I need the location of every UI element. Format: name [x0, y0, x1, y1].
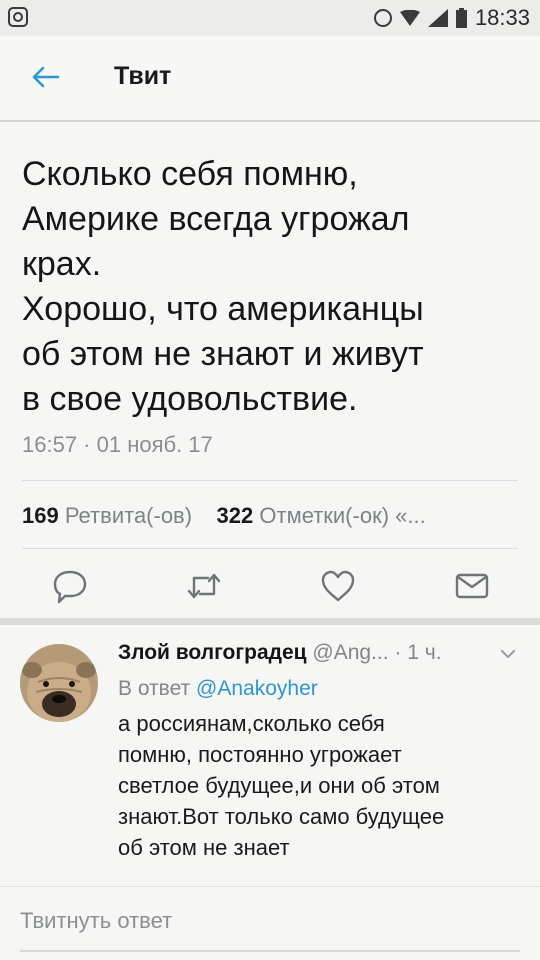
divider: [22, 480, 518, 481]
divider: [0, 886, 540, 887]
reply-handle[interactable]: @Ang...: [312, 641, 388, 664]
reply-text-line: помню, постоянно угрожает: [118, 742, 402, 767]
status-icons: 18:33: [373, 5, 530, 30]
reply-text-line: знают.Вот только само будущее: [118, 804, 445, 829]
reply-text: а россиянам,сколько себя помню, постоянн…: [118, 708, 518, 863]
reply-header: Злой волгоградец @Ang... · 1 ч.: [118, 641, 442, 665]
reply-author-name[interactable]: Злой волгоградец: [118, 641, 307, 664]
status-time: 18:33: [474, 5, 530, 30]
like-icon[interactable]: [318, 566, 358, 606]
status-bar: 18:33: [0, 0, 540, 37]
tweet-text: Сколько себя помню, Америке всегда угрож…: [22, 152, 522, 422]
battery-icon: [455, 8, 467, 28]
reply-to-line: В ответ @Anakoyher: [118, 677, 318, 701]
alarm-icon: [373, 9, 392, 27]
page-title: Твит: [114, 62, 172, 90]
retweets-label[interactable]: Ретвита(-ов): [65, 503, 192, 528]
chevron-down-icon[interactable]: [500, 648, 516, 660]
share-icon[interactable]: [452, 566, 492, 606]
more-link[interactable]: «...: [395, 503, 426, 528]
retweets-count[interactable]: 169: [22, 503, 59, 528]
retweet-icon[interactable]: [184, 566, 224, 606]
reply-text-line: об этом не знает: [118, 835, 290, 860]
tweet-text-line: Америке всегда угрожал: [22, 200, 410, 238]
reply-text-line: а россиянам,сколько себя: [118, 711, 385, 736]
tweet-text-line: об этом не знают и живут: [22, 335, 424, 373]
tweet-stats: 169 Ретвита(-ов) 322 Отметки(-ок) «...: [22, 503, 426, 529]
avatar[interactable]: [20, 644, 98, 722]
app-header: Твит: [0, 36, 540, 122]
reply-to-prefix: В ответ: [118, 677, 191, 700]
reply-icon[interactable]: [50, 566, 90, 606]
reply-text-line: светлое будущее,и они об этом: [118, 773, 440, 798]
reply-compose-input[interactable]: Твитнуть ответ: [20, 908, 172, 934]
tweet-text-line: Хорошо, что американцы: [22, 290, 424, 328]
dog-avatar-image: [20, 644, 98, 722]
tweet-text-line: в свое удовольствие.: [22, 380, 358, 418]
tweet-text-line: крах.: [22, 245, 102, 283]
tweet-actions: [0, 566, 540, 606]
reply-time: · 1 ч.: [394, 641, 442, 664]
back-arrow-icon[interactable]: [30, 62, 60, 92]
likes-label[interactable]: Отметки(-ок): [259, 503, 389, 528]
tweet-timestamp: 16:57 · 01 нояб. 17: [22, 432, 213, 457]
divider: [22, 548, 518, 549]
wifi-icon: [399, 10, 420, 26]
tweet-text-line: Сколько себя помню,: [22, 155, 358, 193]
reply-to-mention[interactable]: @Anakoyher: [196, 677, 318, 700]
instagram-icon: [8, 7, 28, 27]
likes-count[interactable]: 322: [217, 503, 254, 528]
section-separator: [0, 618, 540, 625]
compose-underline: [20, 950, 520, 952]
signal-icon: [427, 9, 448, 27]
